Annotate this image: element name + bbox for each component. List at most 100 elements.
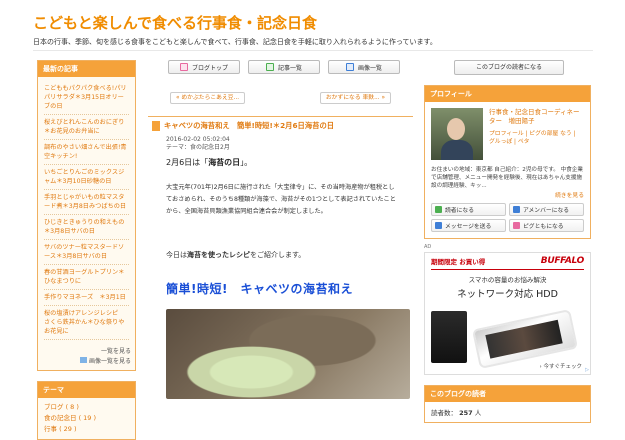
article-header: キャベツの海苔和え 簡単!時短!＊2月6日海苔の日 <box>148 116 413 131</box>
prev-article-link[interactable]: « めかぶたらこあえ豆... <box>170 92 246 104</box>
article-intro: 今日は海苔を使ったレシピをご紹介します。 <box>148 250 413 260</box>
profile-links[interactable]: プロフィール | ピグの部屋 なう | グルっぽ | ペタ <box>489 130 581 146</box>
more-images-label: 画像一覧を見る <box>88 358 131 365</box>
more-images-link[interactable]: 画像一覧を見る <box>42 357 131 367</box>
main-content: ブログトップ 記事一覧 画像一覧 « めかぶたらこあえ豆... おかずになる 車… <box>148 60 413 399</box>
image-icon <box>345 63 354 71</box>
tab-image-list[interactable]: 画像一覧 <box>328 60 400 74</box>
amember-button[interactable]: アメンバーになる <box>509 203 584 216</box>
reader-icon <box>435 206 442 213</box>
tab-blog-top[interactable]: ブログトップ <box>168 60 240 74</box>
ad-cta-label: 今すぐチェック <box>543 364 582 370</box>
message-button[interactable]: メッセージを送る <box>431 219 506 232</box>
profile-more-link[interactable]: 続きを見る <box>431 190 584 199</box>
ad-cta-link[interactable]: › 今すぐチェック <box>540 362 582 370</box>
message-button-label: メッセージを送る <box>445 224 492 230</box>
more-list-link[interactable]: 一覧を見る <box>42 347 131 357</box>
site-title[interactable]: こどもと楽しんで食べる行事食・記念日食 <box>33 12 317 33</box>
profile-box: プロフィール 行事食・記念日食コーディネーター 増田陽子 プロフィール | ピグ… <box>424 85 591 239</box>
ad-limited-text: 期間限定 お買い得 <box>431 258 486 266</box>
article-prev-next: « めかぶたらこあえ豆... おかずになる 車麩... » <box>148 92 413 104</box>
list-icon <box>265 63 274 71</box>
avatar[interactable] <box>431 108 483 160</box>
theme-item[interactable]: ブログ ( 8 ) <box>44 402 129 413</box>
profile-top: 行事食・記念日食コーディネーター 増田陽子 プロフィール | ピグの部屋 なう … <box>431 108 584 160</box>
recipe-title: 簡単!時短! キャベツの海苔和え <box>166 282 353 296</box>
readers-unit: 人 <box>474 409 482 417</box>
recent-article-item[interactable]: 桜えびとれんこんのおにぎり＊お花見のお弁当に <box>44 115 129 140</box>
theme-list: ブログ ( 8 ) 食の記念日 ( 19 ) 行事 ( 29 ) <box>38 398 135 439</box>
article-date: 2016-02-02 05:02:04 <box>166 136 230 143</box>
profile-header: プロフィール <box>425 86 590 102</box>
blog-nav-tabs: ブログトップ 記事一覧 画像一覧 <box>148 60 413 74</box>
header-divider <box>33 50 593 51</box>
theme-item[interactable]: 食の記念日 ( 19 ) <box>44 413 129 424</box>
recent-article-item[interactable]: いちごとりんごのミックスジャム＊3月10日砂糖の日 <box>44 165 129 190</box>
article-lead: 2月6日は「海苔の日」。 <box>148 157 413 168</box>
ad-divider <box>431 269 584 270</box>
ad-copy: スマホの容量のお悩み解決 <box>468 276 547 284</box>
readers-count: 257 <box>459 409 473 417</box>
recent-article-item[interactable]: 桜の塩漬けアレンジレシピ さくら鉄丼かん＊ひな祭りやお花見に <box>44 306 129 340</box>
intro-bold: 海苔を使ったレシピ <box>187 251 250 259</box>
ad-label: AD <box>424 244 432 250</box>
readers-body: 読者数： 257 人 <box>425 402 590 422</box>
readers-header: このブログの読者 <box>425 386 590 402</box>
hdd-device-image <box>431 311 467 363</box>
profile-buttons: 読者になる アメンバーになる メッセージを送る ピグともになる <box>431 203 584 232</box>
pigg-icon <box>513 222 520 229</box>
message-icon <box>435 222 442 229</box>
intro-text: 今日は <box>166 251 187 259</box>
recent-article-item[interactable]: サバのツナー粒マスタードソース＊3月8日サバの日 <box>44 240 129 265</box>
ad-brand-logo: BUFFALO <box>540 256 585 266</box>
tab-label: ブログトップ <box>191 64 228 72</box>
reader-button[interactable]: 読者になる <box>431 203 506 216</box>
lead-bold: 海苔の日 <box>208 158 241 167</box>
ad-headline: ネットワーク対応 HDD <box>457 289 558 300</box>
lead-text: 2月6日は「 <box>166 158 209 167</box>
recent-article-item[interactable]: 春の甘酒ヨーグルトプリン＊ひなまつりに <box>44 265 129 290</box>
recent-articles-box: 最新の記事 こどももパクパク食べる!パリパリサラダ＊3月15日オリーブの日 桜え… <box>37 60 136 371</box>
tab-label: 画像一覧 <box>357 64 382 72</box>
article-theme[interactable]: テーマ：食の記念日2月 <box>166 144 413 152</box>
article-paragraph: 大宝元年(701年)2月6日に施行された「大宝律令」に、その当時海産物が租税とし… <box>166 184 396 215</box>
pigg-button[interactable]: ピグともになる <box>509 219 584 232</box>
intro-text: をご紹介します。 <box>250 251 306 259</box>
readers-box: このブログの読者 読者数： 257 人 <box>424 385 591 423</box>
lead-text: 」。 <box>240 158 253 167</box>
tab-label: 記事一覧 <box>277 64 302 72</box>
recent-article-item[interactable]: ひじきときゅうりの和えもの＊3月8日サバの日 <box>44 215 129 240</box>
amember-icon <box>513 206 520 213</box>
image-icon <box>79 357 87 363</box>
adchoices-icon[interactable]: ▷ <box>585 367 589 373</box>
theme-header: テーマ <box>38 382 135 398</box>
recent-article-item[interactable]: 調布のやさい畑さんで出張!青空キッチン! <box>44 140 129 165</box>
right-sidebar: このブログの読者になる プロフィール 行事食・記念日食コーディネーター 増田陽子… <box>424 60 591 423</box>
calendar-icon <box>179 63 188 71</box>
recent-articles-header: 最新の記事 <box>38 61 135 77</box>
recent-more-links: 一覧を見る 画像一覧を見る <box>38 344 135 370</box>
recent-article-item[interactable]: こどももパクパク食べる!パリパリサラダ＊3月15日オリーブの日 <box>44 81 129 115</box>
advertisement[interactable]: 期間限定 お買い得 BUFFALO スマホの容量のお悩み解決 ネットワーク対応 … <box>424 252 591 375</box>
tab-article-list[interactable]: 記事一覧 <box>248 60 320 74</box>
reader-button-label: 読者になる <box>445 208 474 214</box>
recipe-photo[interactable] <box>166 309 410 399</box>
article-title[interactable]: キャベツの海苔和え 簡単!時短!＊2月6日海苔の日 <box>164 121 334 131</box>
profile-description: お住まいの地域：東京都 自己紹介：2児の母です。 中食企業で店舗管理、メニュー開… <box>431 167 583 189</box>
amember-button-label: アメンバーになる <box>523 208 570 214</box>
left-sidebar: 最新の記事 こどももパクパク食べる!パリパリサラダ＊3月15日オリーブの日 桜え… <box>37 60 136 440</box>
site-description: 日本の行事、季節、旬を感じる食事をこどもと楽しんで食べて、行事食、記念日食を手軽… <box>33 38 437 46</box>
profile-body: 行事食・記念日食コーディネーター 増田陽子 プロフィール | ピグの部屋 なう … <box>425 102 590 238</box>
profile-name[interactable]: 行事食・記念日食コーディネーター 増田陽子 <box>489 108 581 126</box>
ad-top: 期間限定 お買い得 BUFFALO <box>425 253 590 269</box>
title-marker-icon <box>152 121 160 131</box>
article-meta: 2016-02-02 05:02:04 テーマ：食の記念日2月 <box>148 136 413 152</box>
recent-articles-list: こどももパクパク食べる!パリパリサラダ＊3月15日オリーブの日 桜えびとれんこん… <box>38 77 135 344</box>
pigg-button-label: ピグともになる <box>523 224 564 230</box>
readers-label: 読者数： <box>431 409 457 417</box>
become-reader-button[interactable]: このブログの読者になる <box>454 60 564 75</box>
next-article-link[interactable]: おかずになる 車麩... » <box>319 92 391 104</box>
theme-box: テーマ ブログ ( 8 ) 食の記念日 ( 19 ) 行事 ( 29 ) <box>37 381 136 440</box>
recent-article-item[interactable]: 手作りマヨネーズ ＊3月1日 <box>44 290 129 306</box>
recent-article-item[interactable]: 手羽とじゃがいもの粒マスタード煮＊3月8日みつばちの日 <box>44 190 129 215</box>
